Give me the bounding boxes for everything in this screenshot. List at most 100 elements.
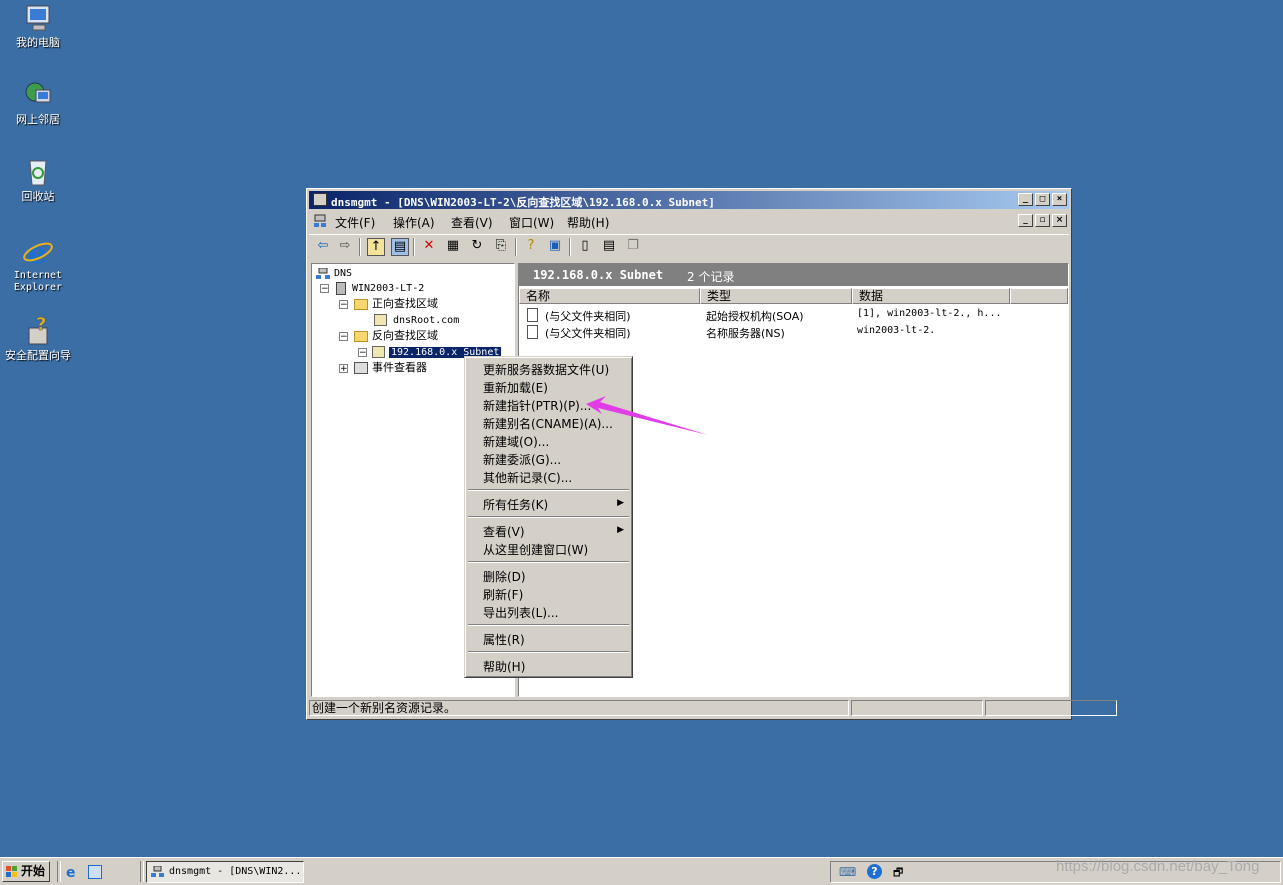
collapse-toggle[interactable]: − bbox=[339, 300, 348, 310]
menu-item-help[interactable]: 帮助(H) bbox=[483, 658, 525, 675]
app-icon bbox=[313, 193, 327, 206]
desktop-icon-recycle-bin[interactable]: 回收站 bbox=[0, 157, 76, 203]
menu-item-delete[interactable]: 删除(D) bbox=[483, 568, 526, 585]
dns-root-icon bbox=[316, 267, 330, 279]
column-header-type[interactable]: 类型 bbox=[700, 288, 852, 304]
record-data: win2003-lt-2. bbox=[857, 325, 936, 336]
quicklaunch-desktop-icon[interactable] bbox=[88, 865, 102, 879]
status-panel bbox=[851, 700, 983, 716]
help-icon[interactable]: ? bbox=[523, 238, 539, 254]
close-button[interactable]: × bbox=[1052, 193, 1067, 206]
menu-item-new-domain[interactable]: 新建域(O)... bbox=[483, 433, 549, 450]
copy-icon[interactable]: ❐ bbox=[625, 238, 641, 254]
tree-node-server[interactable]: WIN2003-LT-2 bbox=[336, 281, 424, 296]
collapse-toggle[interactable]: − bbox=[339, 332, 348, 342]
menu-item-other-records[interactable]: 其他新记录(C)... bbox=[483, 469, 572, 486]
record-name: (与父文件夹相同) bbox=[545, 310, 631, 323]
annotation-arrow bbox=[586, 396, 708, 435]
zone-icon bbox=[374, 314, 387, 326]
record-data: [1], win2003-lt-2., h... bbox=[857, 308, 1002, 319]
properties-icon[interactable]: ▦ bbox=[445, 238, 461, 254]
desktop-icon-label: 网上邻居 bbox=[16, 113, 60, 126]
menu-item-new-pointer[interactable]: 新建指针(PTR)(P)... bbox=[483, 397, 591, 414]
forward-icon[interactable]: ⇨ bbox=[337, 238, 353, 254]
maximize-button[interactable]: □ bbox=[1035, 193, 1050, 206]
menu-item-export-list[interactable]: 导出列表(L)... bbox=[483, 604, 559, 621]
back-icon[interactable]: ⇦ bbox=[315, 238, 331, 254]
tree-node-dnsroot[interactable]: dnsRoot.com bbox=[374, 313, 459, 328]
windows-logo-icon bbox=[6, 865, 18, 877]
record-name: (与父文件夹相同) bbox=[545, 327, 631, 340]
desktop-icon-security-wizard[interactable]: ? 安全配置向导 bbox=[0, 314, 76, 362]
zone-icon bbox=[372, 346, 385, 358]
desktop-icon-my-computer[interactable]: 我的电脑 bbox=[0, 3, 76, 49]
desktop-icon-internet-explorer[interactable]: e Internet Explorer bbox=[0, 236, 76, 294]
menu-separator bbox=[468, 561, 629, 563]
start-label: 开始 bbox=[21, 864, 46, 878]
start-button[interactable]: 开始 bbox=[2, 861, 50, 882]
server-icon bbox=[336, 281, 346, 295]
tree-node-forward-zones[interactable]: 正向查找区域 bbox=[354, 297, 438, 311]
up-level-icon[interactable]: ↑ bbox=[367, 238, 385, 256]
folder-icon bbox=[354, 330, 368, 342]
child-minimize-button[interactable]: _ bbox=[1018, 214, 1033, 227]
menu-item-all-tasks[interactable]: 所有任务(K) bbox=[483, 496, 548, 513]
security-wizard-icon: ? bbox=[21, 314, 55, 348]
watermark-text: https://blog.csdn.net/bay_Tong bbox=[1056, 858, 1260, 875]
tree-node-reverse-zones[interactable]: 反向查找区域 bbox=[354, 329, 438, 343]
server-icon[interactable]: ▯ bbox=[577, 238, 593, 254]
menu-item-properties[interactable]: 属性(R) bbox=[483, 631, 525, 648]
tree-node-event-viewer[interactable]: 事件查看器 bbox=[354, 361, 427, 375]
menu-view[interactable]: 查看(V) bbox=[451, 214, 493, 231]
folder-icon bbox=[354, 298, 368, 310]
table-row[interactable]: (与父文件夹相同) 名称服务器(NS) win2003-lt-2. bbox=[519, 323, 1068, 340]
menu-action[interactable]: 操作(A) bbox=[393, 214, 435, 231]
show-hide-tree-icon[interactable]: ▤ bbox=[391, 238, 409, 256]
status-panel bbox=[985, 700, 1117, 716]
tree-node-dns[interactable]: DNS bbox=[316, 266, 352, 281]
menu-item-new-window-from-here[interactable]: 从这里创建窗口(W) bbox=[483, 541, 588, 558]
record-icon bbox=[527, 308, 538, 322]
title-bar[interactable]: dnsmgmt - [DNS\WIN2003-LT-2\反向查找区域\192.1… bbox=[309, 191, 1069, 209]
record-icon[interactable]: ▤ bbox=[601, 238, 617, 254]
menu-item-reload[interactable]: 重新加载(E) bbox=[483, 379, 548, 396]
menu-separator bbox=[468, 651, 629, 653]
table-row[interactable]: (与父文件夹相同) 起始授权机构(SOA) [1], win2003-lt-2.… bbox=[519, 306, 1068, 323]
network-tray-icon[interactable]: ⌨ bbox=[839, 865, 856, 879]
help-tray-icon[interactable]: ? bbox=[867, 864, 882, 879]
menu-help[interactable]: 帮助(H) bbox=[567, 214, 609, 231]
export-list-icon[interactable]: ⎘ bbox=[493, 238, 509, 254]
child-restore-button[interactable]: ▫ bbox=[1035, 214, 1050, 227]
minimize-button[interactable]: _ bbox=[1018, 193, 1033, 206]
collapse-toggle[interactable]: − bbox=[320, 284, 329, 294]
window-tray-icon[interactable]: 🗗 bbox=[893, 864, 903, 883]
menu-item-view[interactable]: 查看(V) bbox=[483, 523, 525, 540]
menu-file[interactable]: 文件(F) bbox=[335, 214, 375, 231]
menu-window[interactable]: 窗口(W) bbox=[509, 214, 554, 231]
collapse-toggle[interactable]: − bbox=[358, 348, 367, 358]
toolbar: ⇦ ⇨ ↑ ▤ ✕ ▦ ↻ ⎘ ? ▣ ▯ ▤ ❐ bbox=[309, 234, 1069, 259]
menu-item-new-delegation[interactable]: 新建委派(G)... bbox=[483, 451, 561, 468]
refresh-icon[interactable]: ↻ bbox=[469, 238, 485, 254]
expand-toggle[interactable]: + bbox=[339, 364, 348, 374]
record-icon bbox=[527, 325, 538, 339]
dns-management-window[interactable]: dnsmgmt - [DNS\WIN2003-LT-2\反向查找区域\192.1… bbox=[306, 188, 1117, 720]
mmc-icon bbox=[151, 865, 164, 878]
desktop-icon-network[interactable]: 网上邻居 bbox=[0, 80, 76, 126]
ie-icon: e bbox=[21, 236, 55, 271]
menu-item-update-server-file[interactable]: 更新服务器数据文件(U) bbox=[483, 361, 609, 378]
taskbar-button-dnsmgmt[interactable]: dnsmgmt - [DNS\WIN2... bbox=[146, 861, 304, 883]
event-viewer-icon bbox=[354, 362, 368, 374]
zone-name: 192.168.0.x Subnet bbox=[533, 268, 664, 282]
console-icon[interactable]: ▣ bbox=[547, 238, 563, 254]
column-header-data[interactable]: 数据 bbox=[852, 288, 1010, 304]
record-type: 起始授权机构(SOA) bbox=[706, 310, 804, 323]
record-count: 2 个记录 bbox=[687, 270, 735, 284]
quicklaunch-ie-icon[interactable]: e bbox=[66, 865, 76, 881]
column-header-name[interactable]: 名称 bbox=[519, 288, 700, 304]
submenu-arrow-icon: ▶ bbox=[617, 498, 624, 508]
status-text: 创建一个新别名资源记录。 bbox=[309, 700, 849, 716]
child-close-button[interactable]: × bbox=[1052, 214, 1067, 227]
delete-icon[interactable]: ✕ bbox=[421, 238, 437, 254]
menu-item-refresh[interactable]: 刷新(F) bbox=[483, 586, 523, 603]
